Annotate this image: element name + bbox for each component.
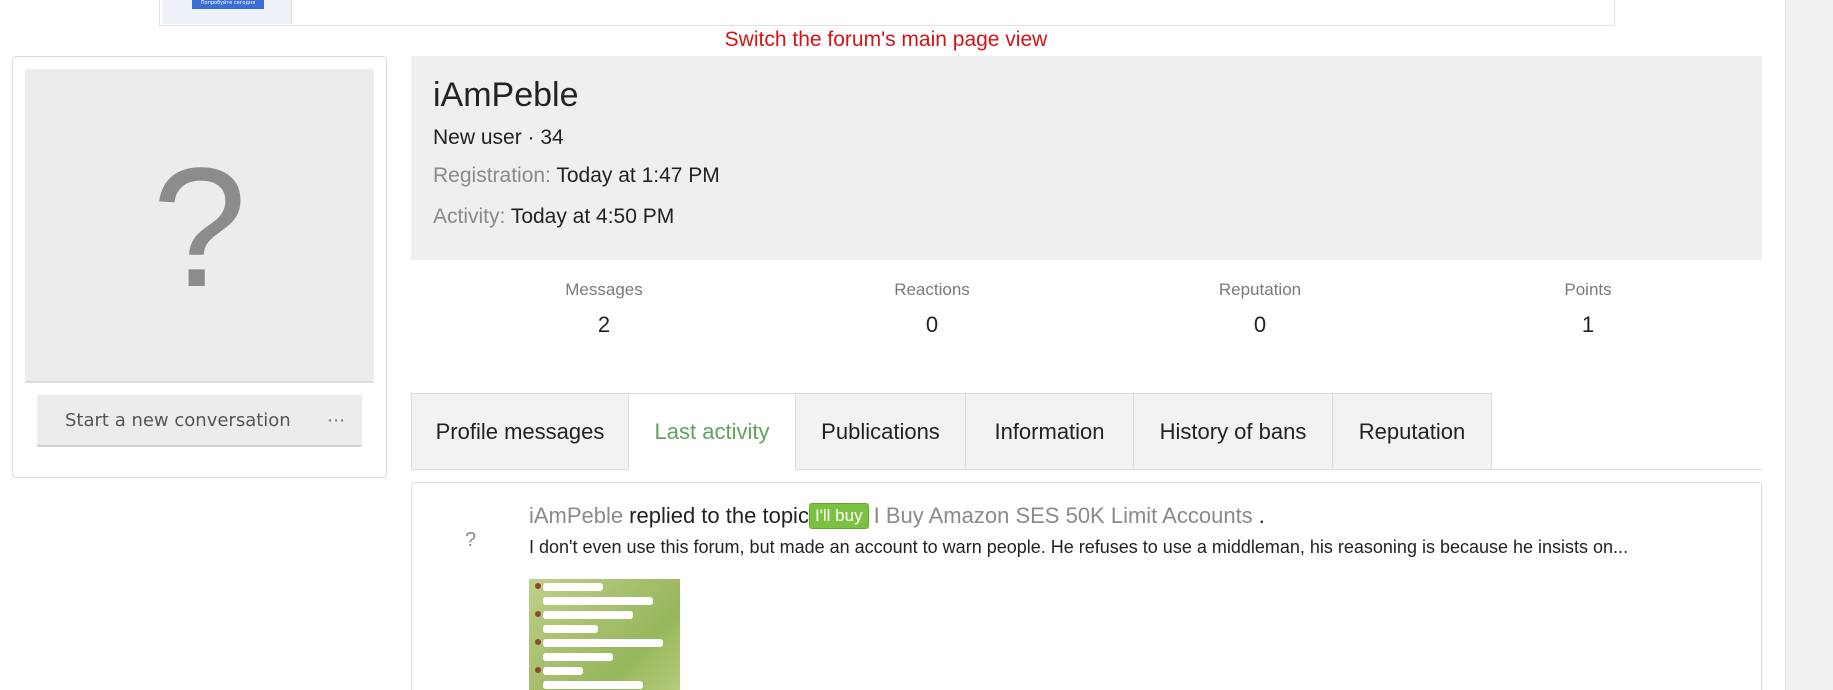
activity-value: Today at 4:50 PM	[510, 205, 675, 228]
chat-bubble	[543, 667, 583, 675]
stat-reactions[interactable]: Reactions 0	[822, 280, 1042, 338]
chat-bubble	[543, 597, 653, 605]
stat-value: 0	[925, 312, 939, 337]
avatar-divider	[25, 381, 374, 383]
chat-screenshot-header	[529, 565, 680, 579]
profile-header: iAmPeble New user · 34 Registration: Tod…	[411, 56, 1762, 260]
prefix-badge[interactable]: I'll buy	[808, 503, 869, 529]
profile-username: iAmPeble	[433, 76, 579, 114]
chat-avatar-dot	[535, 667, 541, 673]
activity-title: iAmPeble replied to the topic I'll buy I…	[529, 503, 1265, 529]
profile-page: Попробуйте сегодня Switch the forum's ma…	[0, 0, 1833, 690]
profile-stats: Messages 2 Reactions 0 Reputation 0 Poin…	[411, 280, 1762, 350]
activity-user-link[interactable]: iAmPeble	[529, 503, 623, 529]
stat-messages[interactable]: Messages 2	[494, 280, 714, 338]
stat-value: 1	[1581, 312, 1595, 337]
page-scrollbar[interactable]	[1785, 0, 1833, 690]
activity-row: Activity: Today at 4:50 PM	[433, 205, 674, 229]
chat-bubble	[543, 583, 603, 591]
chat-bubble	[543, 653, 613, 661]
tab-reputation[interactable]: Reputation	[1332, 393, 1492, 469]
attachment-thumbnail[interactable]	[529, 565, 680, 690]
stat-label: Points	[1564, 280, 1612, 299]
ad-text-cutoff	[305, 0, 1205, 2]
activity-item: ? iAmPeble replied to the topic I'll buy…	[411, 482, 1762, 690]
registration-row: Registration: Today at 1:47 PM	[433, 164, 720, 188]
ad-thumbnail[interactable]: Попробуйте сегодня	[162, 0, 292, 24]
ad-button[interactable]: Попробуйте сегодня	[192, 0, 264, 9]
tab-information[interactable]: Information	[965, 393, 1134, 469]
chat-avatar-dot	[535, 639, 541, 645]
avatar[interactable]: ?	[25, 69, 374, 381]
activity-snippet: I don't even use this forum, but made an…	[529, 537, 1629, 557]
thread-link[interactable]: I Buy Amazon SES 50K Limit Accounts	[874, 503, 1253, 529]
chat-bubble	[543, 681, 643, 689]
chat-bubble	[543, 639, 663, 647]
stat-value: 0	[1253, 312, 1267, 337]
stat-value: 2	[597, 312, 611, 337]
start-conversation-button[interactable]: Start a new conversation ⋯	[37, 395, 362, 447]
tab-last-activity[interactable]: Last activity	[628, 393, 796, 470]
avatar-placeholder-icon: ?	[152, 133, 247, 323]
registration-label: Registration:	[433, 164, 551, 187]
tab-profile-messages[interactable]: Profile messages	[411, 393, 629, 469]
stat-label: Reputation	[1218, 280, 1302, 299]
profile-sidebar: ? Start a new conversation ⋯	[12, 56, 387, 478]
top-ad-banner[interactable]: Попробуйте сегодня	[159, 0, 1615, 26]
tab-history-of-bans[interactable]: History of bans	[1133, 393, 1333, 469]
tab-publications[interactable]: Publications	[795, 393, 966, 469]
switch-view-link[interactable]: Switch the forum's main page view	[0, 28, 1772, 52]
stat-reputation[interactable]: Reputation 0	[1150, 280, 1370, 338]
activity-label: Activity:	[433, 205, 506, 228]
user-title: New user · 34	[433, 126, 564, 149]
activity-period: .	[1258, 503, 1265, 528]
chat-avatar-dot	[535, 583, 541, 589]
more-options-icon[interactable]: ⋯	[327, 410, 346, 431]
chat-bubble	[543, 611, 633, 619]
profile-tabs: Profile messages Last activity Publicati…	[411, 393, 1762, 470]
start-conversation-label: Start a new conversation	[65, 409, 291, 431]
stat-label: Reactions	[894, 280, 970, 299]
activity-action: replied to the topic	[629, 503, 809, 528]
chat-bubble	[543, 625, 598, 633]
stat-points[interactable]: Points 1	[1478, 280, 1698, 338]
chat-avatar-dot	[535, 611, 541, 617]
activity-avatar[interactable]: ?	[465, 529, 476, 552]
registration-value: Today at 1:47 PM	[556, 164, 720, 187]
stat-label: Messages	[565, 280, 643, 299]
